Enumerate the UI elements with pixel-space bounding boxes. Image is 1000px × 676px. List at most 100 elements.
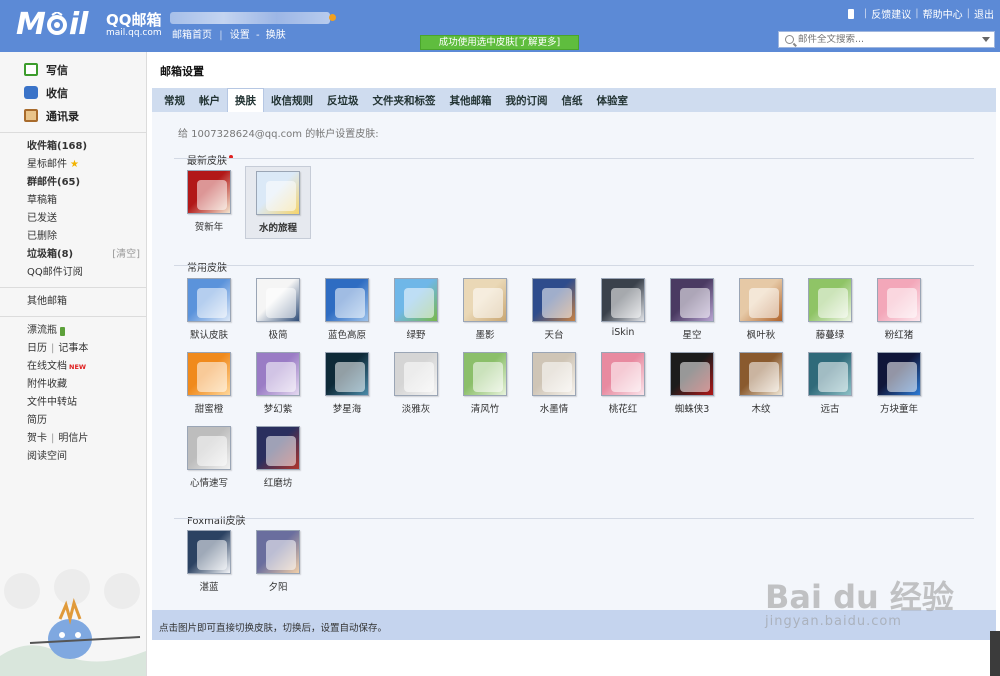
skin-thumbnail[interactable] (808, 352, 852, 396)
app-drift-bottle[interactable]: 漂流瓶 (27, 322, 146, 340)
skin-tile[interactable]: 天台 (521, 278, 587, 341)
tab-9[interactable]: 体验室 (590, 90, 636, 112)
folder-deleted[interactable]: 已删除 (27, 228, 146, 246)
folder-inbox[interactable]: 收件箱(168) (27, 138, 146, 156)
skin-thumbnail[interactable] (256, 352, 300, 396)
logout-link[interactable]: 退出 (974, 6, 994, 21)
skin-tile[interactable]: 夕阳 (245, 530, 311, 593)
skin-thumbnail[interactable] (532, 352, 576, 396)
phone-icon[interactable] (847, 8, 854, 19)
skin-tile[interactable]: 水墨情 (521, 352, 587, 415)
postcard-link[interactable]: 明信片 (58, 430, 88, 448)
notes-link[interactable]: 记事本 (58, 340, 88, 358)
skin-tile[interactable]: 桃花红 (590, 352, 656, 415)
folder-starred[interactable]: 星标邮件 ★ (27, 156, 146, 174)
skin-link[interactable]: 换肤 (266, 30, 286, 41)
skin-thumbnail[interactable] (670, 352, 714, 396)
greeting-card-link[interactable]: 贺卡 (27, 430, 47, 448)
help-link[interactable]: 帮助中心 (923, 6, 963, 21)
skin-tile[interactable]: 梦幻紫 (245, 352, 311, 415)
calendar-link[interactable]: 日历 (27, 340, 47, 358)
skin-thumbnail[interactable] (739, 352, 783, 396)
tab-1[interactable]: 帐户 (192, 90, 227, 112)
empty-spam-link[interactable]: [清空] (112, 246, 140, 264)
skin-tile[interactable]: 湛蓝 (176, 530, 242, 593)
skin-thumbnail[interactable] (256, 278, 300, 322)
app-file-transfer[interactable]: 文件中转站 (27, 394, 146, 412)
mail-home-link[interactable]: 邮箱首页 (172, 30, 212, 41)
skin-tile[interactable]: 方块童年 (866, 352, 932, 415)
skin-thumbnail[interactable] (187, 352, 231, 396)
skin-tile[interactable]: iSkin (590, 278, 656, 338)
skin-thumbnail[interactable] (463, 278, 507, 322)
skin-thumbnail[interactable] (601, 278, 645, 322)
skin-thumbnail[interactable] (256, 530, 300, 574)
folder-sent[interactable]: 已发送 (27, 210, 146, 228)
skin-thumbnail[interactable] (877, 278, 921, 322)
skin-thumbnail[interactable] (463, 352, 507, 396)
skin-tile[interactable]: 藤蔓绿 (797, 278, 863, 341)
write-mail-button[interactable]: 写信 (0, 58, 146, 81)
tab-6[interactable]: 其他邮箱 (443, 90, 499, 112)
skin-thumbnail[interactable] (394, 278, 438, 322)
skin-thumbnail[interactable] (877, 352, 921, 396)
skin-thumbnail[interactable] (187, 170, 231, 214)
folder-group-mail[interactable]: 群邮件(65) (27, 174, 146, 192)
skin-tile[interactable]: 蓝色高原 (314, 278, 380, 341)
skin-tile[interactable]: 墨影 (452, 278, 518, 341)
skin-thumbnail[interactable] (532, 278, 576, 322)
tab-0[interactable]: 常规 (157, 90, 192, 112)
skin-thumbnail[interactable] (808, 278, 852, 322)
skin-thumbnail[interactable] (325, 278, 369, 322)
skin-tile[interactable]: 默认皮肤 (176, 278, 242, 341)
skin-tile[interactable]: 水的旅程 (245, 166, 311, 239)
skin-tile[interactable]: 心情速写 (176, 426, 242, 489)
tab-5[interactable]: 文件夹和标签 (366, 90, 443, 112)
skin-tile[interactable]: 甜蜜橙 (176, 352, 242, 415)
skin-tile[interactable]: 粉红猪 (866, 278, 932, 341)
skin-tile[interactable]: 星空 (659, 278, 725, 341)
folder-spam[interactable]: 垃圾箱(8) [清空] (27, 246, 146, 264)
app-resume[interactable]: 简历 (27, 412, 146, 430)
skin-thumbnail[interactable] (187, 278, 231, 322)
skin-thumbnail[interactable] (187, 530, 231, 574)
tab-2[interactable]: 换肤 (227, 88, 264, 112)
qq-mail-logo[interactable]: M il (16, 7, 88, 42)
contacts-button[interactable]: 通讯录 (0, 104, 146, 127)
success-notice[interactable]: 成功使用选中皮肤[了解更多] (420, 35, 579, 50)
skin-thumbnail[interactable] (601, 352, 645, 396)
skin-thumbnail[interactable] (670, 278, 714, 322)
tab-8[interactable]: 信纸 (555, 90, 590, 112)
skin-tile[interactable]: 极简 (245, 278, 311, 341)
skin-thumbnail[interactable] (325, 352, 369, 396)
skin-tile[interactable]: 清风竹 (452, 352, 518, 415)
skin-thumbnail[interactable] (187, 426, 231, 470)
search-input[interactable] (798, 34, 982, 45)
skin-tile[interactable]: 远古 (797, 352, 863, 415)
folder-drafts[interactable]: 草稿箱 (27, 192, 146, 210)
tab-3[interactable]: 收信规则 (264, 90, 320, 112)
skin-thumbnail[interactable] (739, 278, 783, 322)
receive-mail-button[interactable]: 收信 (0, 81, 146, 104)
app-attachments[interactable]: 附件收藏 (27, 376, 146, 394)
skin-tile[interactable]: 贺新年 (176, 170, 242, 233)
app-reading-space[interactable]: 阅读空间 (27, 448, 146, 466)
skin-tile[interactable]: 枫叶秋 (728, 278, 794, 341)
skin-tile[interactable]: 红磨坊 (245, 426, 311, 489)
skin-tile[interactable]: 蜘蛛侠3 (659, 352, 725, 415)
skin-thumbnail[interactable] (394, 352, 438, 396)
app-online-docs[interactable]: 在线文档 NEW (27, 358, 146, 376)
feedback-link[interactable]: 反馈建议 (871, 6, 911, 21)
search-dropdown-icon[interactable] (982, 37, 990, 42)
skin-tile[interactable]: 木纹 (728, 352, 794, 415)
tab-7[interactable]: 我的订阅 (499, 90, 555, 112)
tab-4[interactable]: 反垃圾 (320, 90, 366, 112)
skin-thumbnail[interactable] (256, 426, 300, 470)
other-mailbox-link[interactable]: 其他邮箱 (27, 293, 146, 311)
settings-link[interactable]: 设置 (230, 30, 250, 41)
skin-tile[interactable]: 绿野 (383, 278, 449, 341)
folder-subscriptions[interactable]: QQ邮件订阅 (27, 264, 146, 282)
skin-tile[interactable]: 梦星海 (314, 352, 380, 415)
skin-tile[interactable]: 淡雅灰 (383, 352, 449, 415)
skin-thumbnail[interactable] (256, 171, 300, 215)
